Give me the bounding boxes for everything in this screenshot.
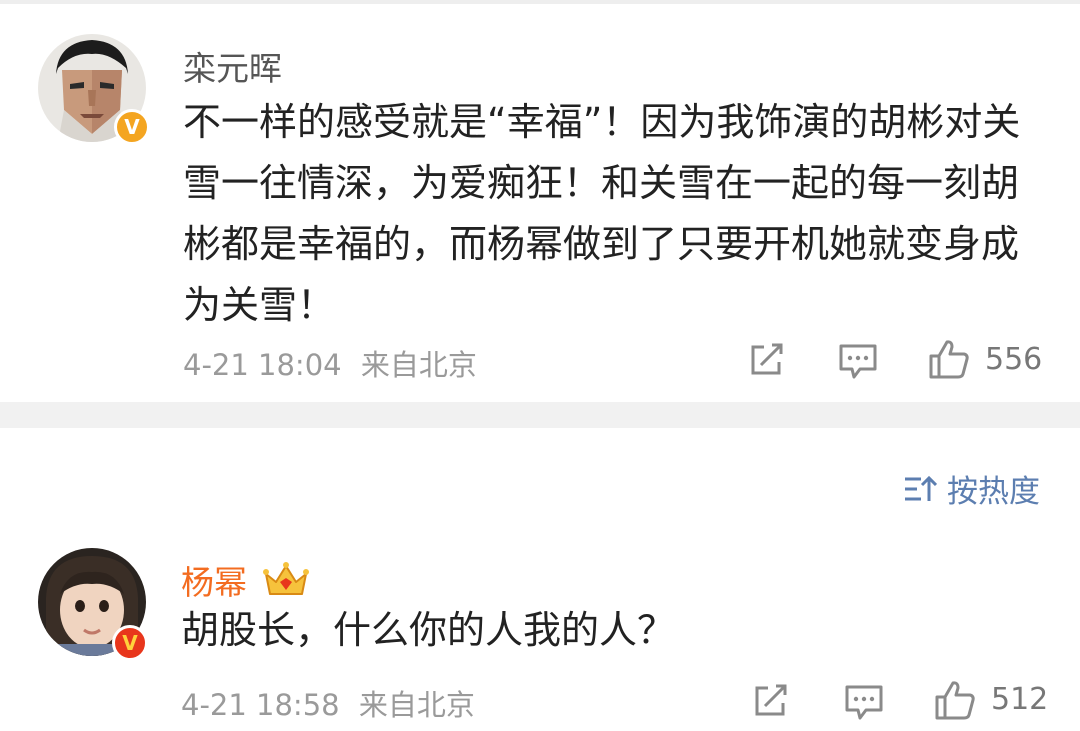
verified-icon: V [114, 109, 150, 145]
section-divider [0, 402, 1080, 428]
comment-time: 4-21 18:58 [181, 688, 340, 722]
like-count: 556 [985, 342, 1043, 377]
verified-icon: V [112, 625, 148, 661]
comment-item: V 杨幂 胡股长，什么你的人我的人？ 4-21 18:58 来自北京 512 [0, 530, 1080, 731]
username[interactable]: 栾元晖 [183, 42, 282, 90]
comment-source: 来自北京 [360, 348, 477, 382]
crown-icon [263, 562, 309, 595]
comment-time: 4-21 18:04 [183, 348, 342, 382]
share-icon[interactable] [752, 683, 790, 719]
comment-item: V 栾元晖 不一样的感受就是“幸福”！因为我饰演的胡彬对关雪一往情深，为爱痴狂！… [0, 4, 1080, 402]
sort-icon [905, 475, 937, 501]
comment-meta: 4-21 18:58 来自北京 [181, 682, 475, 724]
like-icon[interactable] [928, 338, 970, 380]
comment-text: 不一样的感受就是“幸福”！因为我饰演的胡彬对关雪一往情深，为爱痴狂！和关雪在一起… [183, 100, 1021, 327]
like-count: 512 [991, 682, 1049, 717]
comment-icon[interactable] [844, 684, 884, 722]
like-icon[interactable] [934, 679, 976, 721]
sort-button[interactable]: 按热度 [903, 466, 1040, 511]
sort-label: 按热度 [947, 474, 1040, 510]
comment-icon[interactable] [838, 343, 878, 381]
comment-source: 来自北京 [358, 688, 475, 722]
username[interactable]: 杨幂 [181, 556, 247, 604]
comment-text: 胡股长，什么你的人我的人？ [181, 608, 676, 652]
share-icon[interactable] [748, 342, 786, 378]
comment-meta: 4-21 18:04 来自北京 [183, 342, 477, 384]
